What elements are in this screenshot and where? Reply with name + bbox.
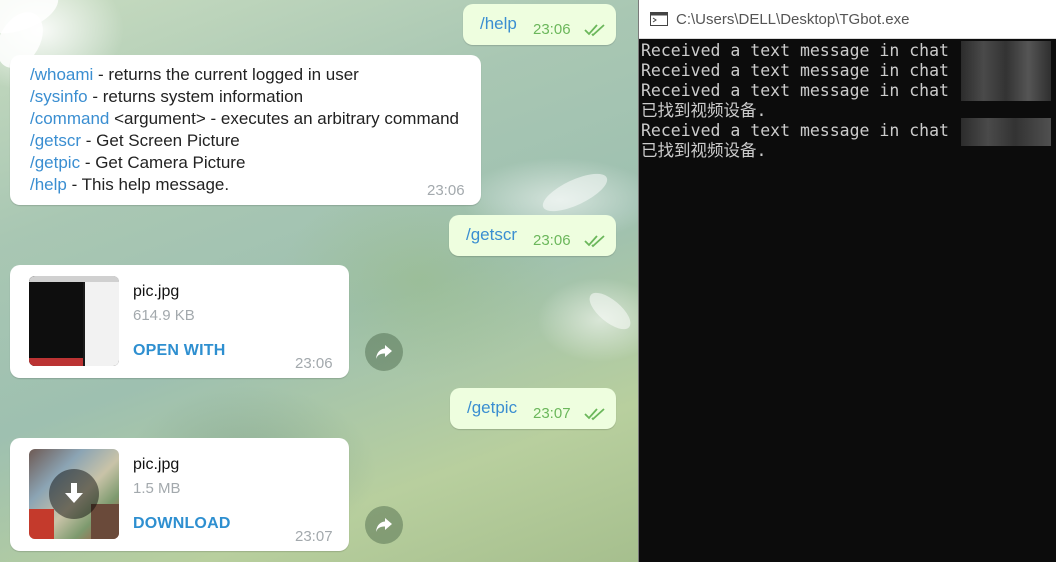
console-title: C:\Users\DELL\Desktop\TGbot.exe	[676, 10, 910, 28]
command-description: <argument> - executes an arbitrary comma…	[109, 109, 459, 128]
help-line: /whoami - returns the current logged in …	[30, 65, 359, 85]
command-description: - Get Screen Picture	[81, 131, 240, 150]
thumbnail-panel	[29, 276, 119, 282]
read-checkmarks-icon	[584, 408, 605, 421]
file-name: pic.jpg	[133, 456, 180, 473]
share-button[interactable]	[365, 333, 403, 371]
message-time: 23:06	[427, 182, 465, 199]
share-icon	[376, 345, 392, 359]
outgoing-message-getpic[interactable]: /getpic 23:07	[450, 388, 616, 429]
thumbnail-panel	[29, 358, 83, 366]
download-overlay[interactable]	[49, 469, 99, 519]
command-link[interactable]: /command	[30, 109, 109, 128]
share-button[interactable]	[365, 506, 403, 544]
thumbnail-panel	[85, 276, 119, 366]
help-line: /help - This help message.	[30, 175, 229, 195]
message-time: 23:07	[295, 528, 333, 545]
file-thumbnail-screenshot[interactable]	[29, 276, 119, 366]
redacted-chat-id	[961, 41, 1051, 101]
help-line: /sysinfo - returns system information	[30, 87, 303, 107]
console-titlebar[interactable]: C:\Users\DELL\Desktop\TGbot.exe	[639, 0, 1056, 39]
open-with-button[interactable]: OPEN WITH	[133, 342, 225, 360]
file-name: pic.jpg	[133, 283, 180, 300]
read-checkmarks-icon	[584, 235, 605, 248]
help-line: /command <argument> - executes an arbitr…	[30, 109, 459, 129]
command-description: - returns the current logged in user	[93, 65, 359, 84]
thumbnail-panel	[29, 276, 83, 366]
message-text: /help	[480, 14, 517, 33]
console-window[interactable]: C:\Users\DELL\Desktop\TGbot.exe Received…	[638, 0, 1056, 562]
incoming-file-camera[interactable]: pic.jpg 1.5 MB DOWNLOAD 23:07	[10, 438, 349, 551]
read-checkmarks-icon	[584, 24, 605, 37]
download-icon	[65, 483, 83, 503]
incoming-message-help-reply[interactable]: /whoami - returns the current logged in …	[10, 55, 481, 205]
message-time: 23:06	[533, 232, 571, 249]
help-line: /getscr - Get Screen Picture	[30, 131, 240, 151]
message-time: 23:06	[533, 21, 571, 38]
chat-pane: /help 23:06 /whoami - returns the curren…	[0, 0, 638, 562]
command-link[interactable]: /sysinfo	[30, 87, 88, 106]
console-window-icon	[650, 12, 668, 26]
message-text: /getpic	[467, 398, 518, 417]
message-time: 23:06	[295, 355, 333, 372]
file-size: 614.9 KB	[133, 307, 195, 324]
command-link[interactable]: /getscr	[30, 131, 81, 150]
command-link[interactable]: /help	[30, 175, 67, 194]
outgoing-message-help[interactable]: /help 23:06	[463, 4, 616, 45]
thumbnail-panel	[29, 509, 54, 539]
share-icon	[376, 518, 392, 532]
command-description: - returns system information	[87, 87, 304, 106]
incoming-file-screenshot[interactable]: pic.jpg 614.9 KB OPEN WITH 23:06	[10, 265, 349, 378]
command-description: - This help message.	[66, 175, 230, 194]
wallpaper-flower	[583, 286, 637, 336]
message-text: /getscr	[466, 225, 518, 244]
file-size: 1.5 MB	[133, 480, 181, 497]
command-link[interactable]: /getpic	[30, 153, 80, 172]
redacted-chat-id	[961, 118, 1051, 146]
outgoing-message-getscr[interactable]: /getscr 23:06	[449, 215, 616, 256]
thumbnail-panel	[91, 504, 119, 539]
file-thumbnail-camera[interactable]	[29, 449, 119, 539]
help-line: /getpic - Get Camera Picture	[30, 153, 245, 173]
message-time: 23:07	[533, 405, 571, 422]
command-link[interactable]: /whoami	[30, 65, 93, 84]
wallpaper-flower	[537, 166, 613, 219]
download-button[interactable]: DOWNLOAD	[133, 515, 231, 533]
command-description: - Get Camera Picture	[80, 153, 246, 172]
